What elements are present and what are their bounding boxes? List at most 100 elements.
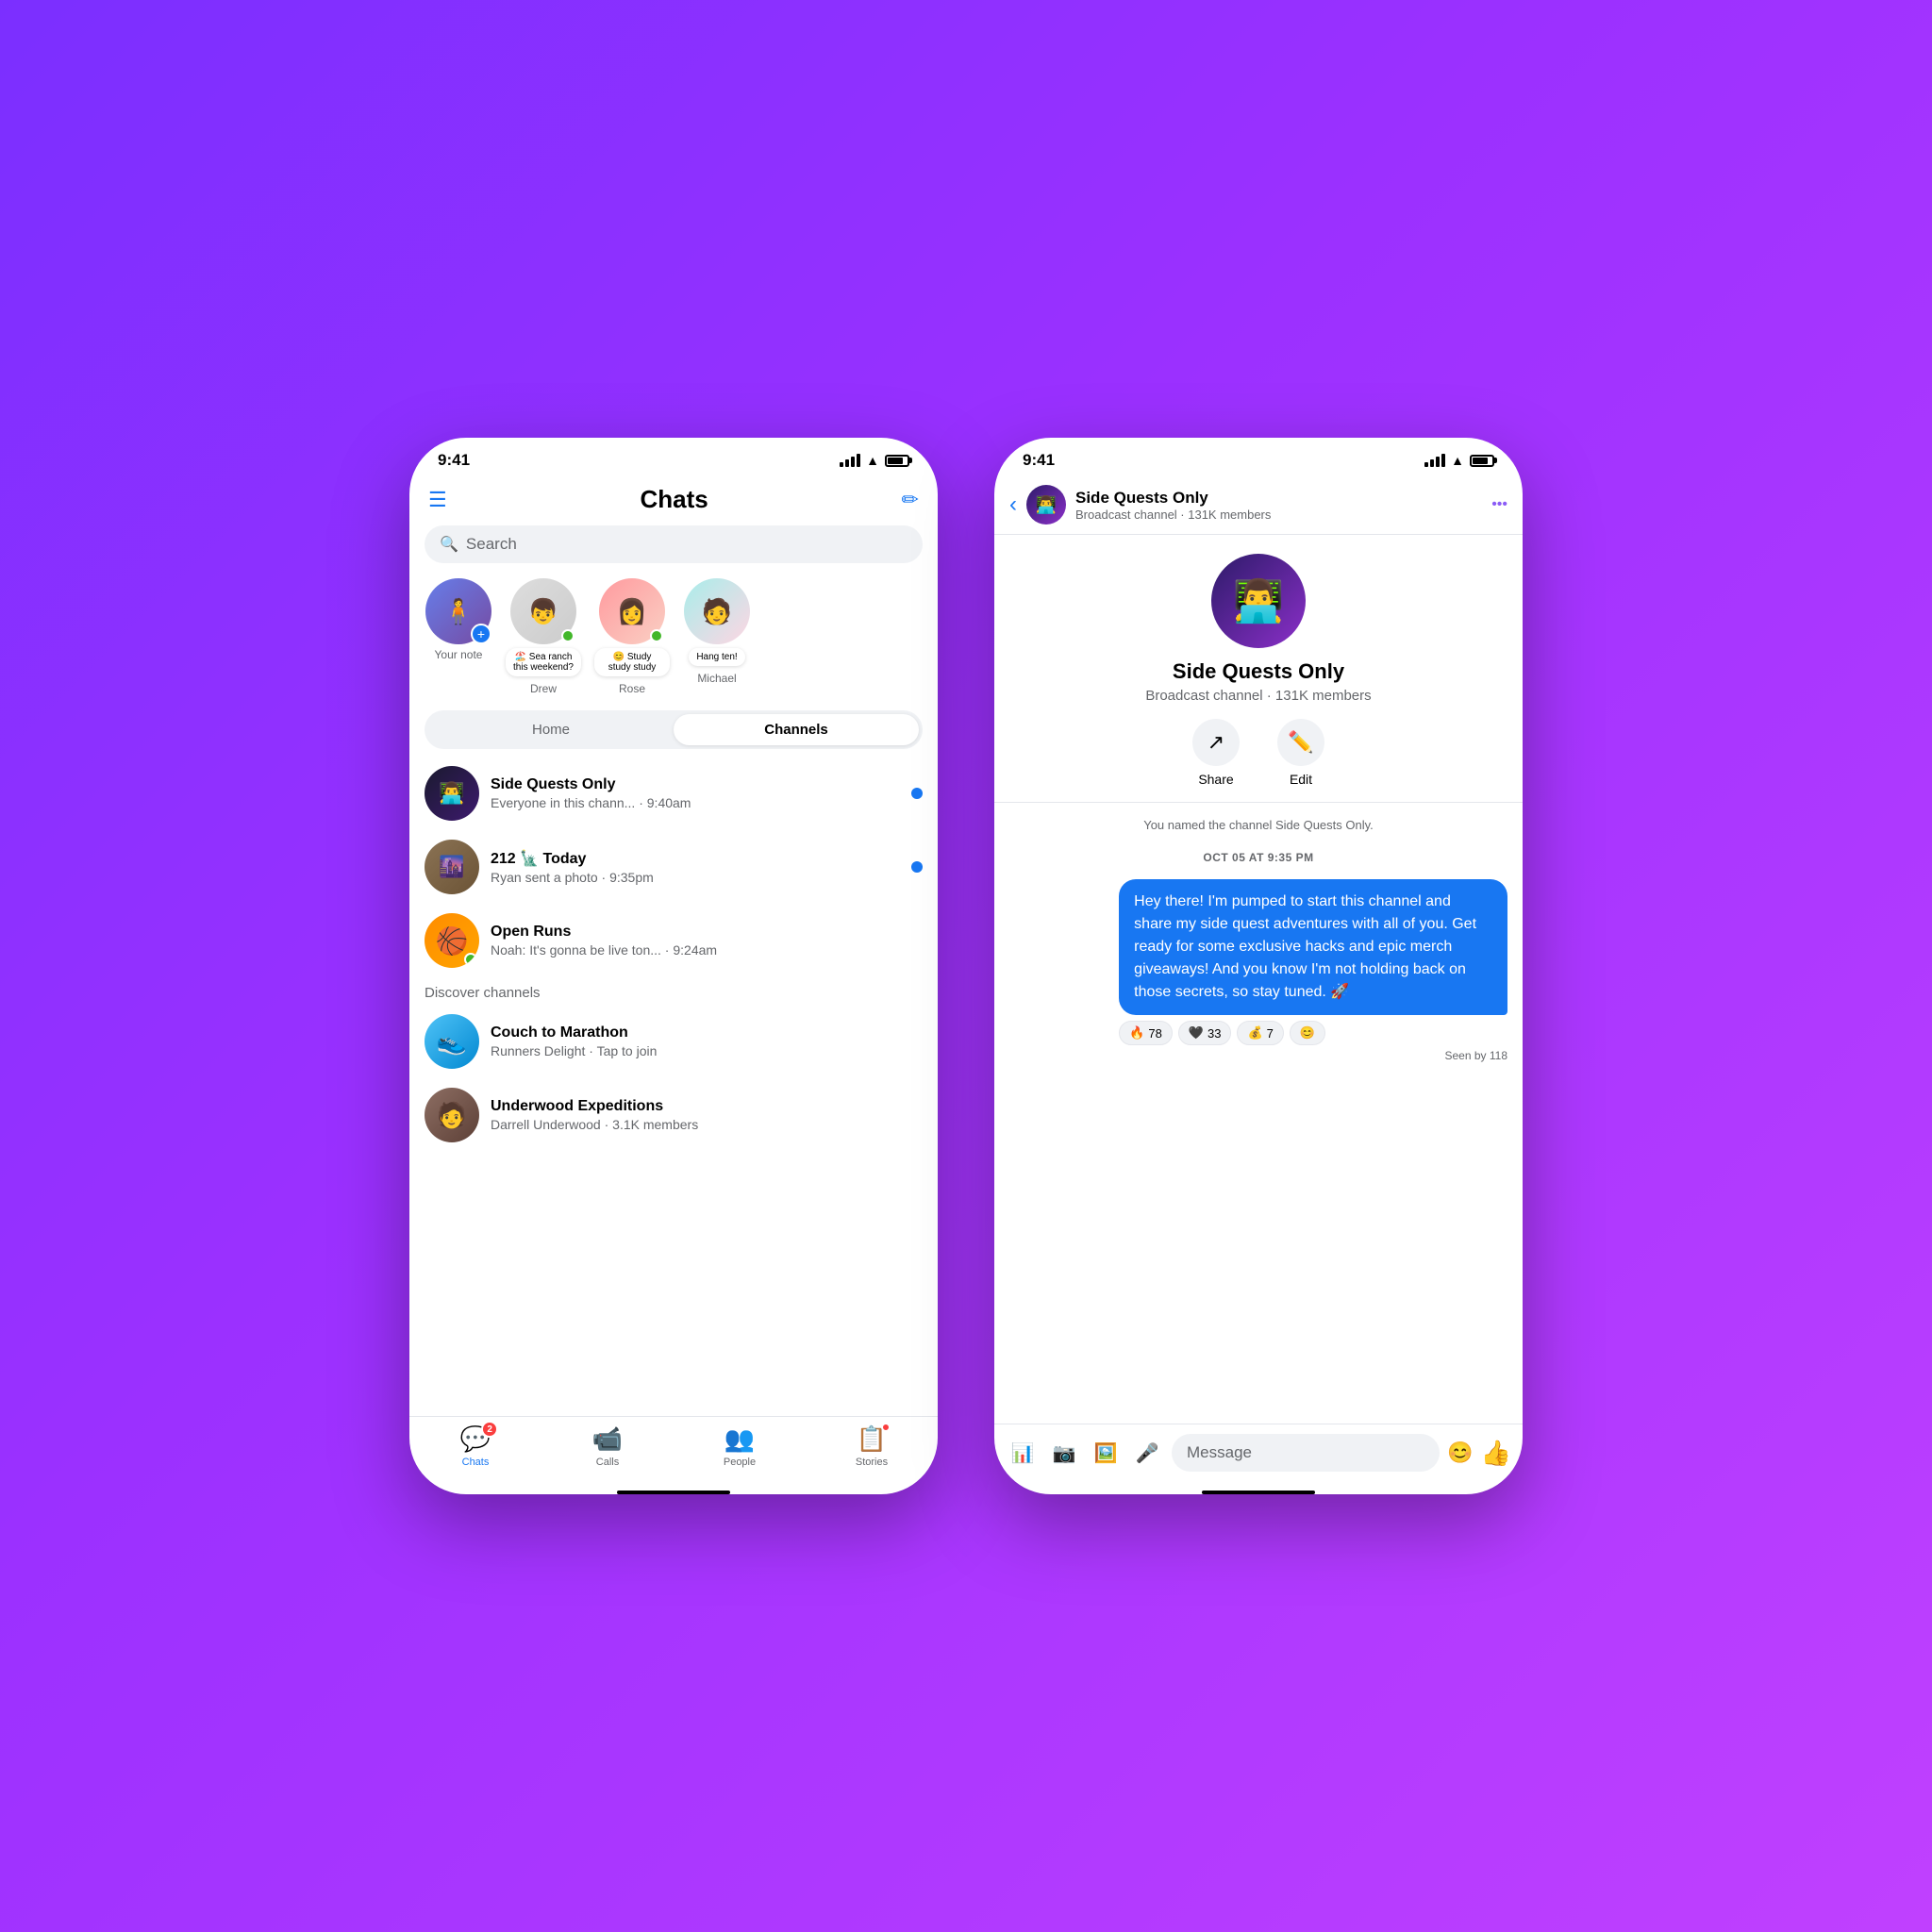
chat-preview-or: Noah: It's gonna be live ton... · 9:24am (491, 942, 755, 958)
message-placeholder: Message (1187, 1443, 1252, 1462)
camera-icon-btn[interactable]: 📷 (1047, 1436, 1081, 1470)
status-bar-2: 9:41 ▲ (994, 438, 1523, 477)
chats-title: Chats (641, 485, 708, 514)
stories-row: 🧍 + Your note 👦 🏖️ Sea ranch this weeken… (409, 575, 938, 707)
channel-info-section: 👨‍💻 Side Quests Only Broadcast channel ·… (994, 535, 1523, 803)
edit-action-btn[interactable]: ✏️ Edit (1277, 719, 1324, 787)
signal-bars-2 (1424, 454, 1445, 467)
chats-header: ☰ Chats ✏ (409, 477, 938, 525)
channel-big-emoji: 👨‍💻 (1233, 576, 1285, 625)
like-button[interactable]: 👍 (1481, 1439, 1511, 1468)
drew-bubble: 🏖️ Sea ranch this weekend? (506, 648, 581, 676)
reaction-money[interactable]: 💰 7 (1237, 1021, 1283, 1045)
stories-dot (881, 1423, 891, 1432)
edit-label: Edit (1290, 772, 1312, 787)
tab-channels[interactable]: Channels (674, 714, 919, 745)
nav-chats[interactable]: 💬 2 Chats (442, 1424, 508, 1468)
detail-channel-name: Side Quests Only (1075, 489, 1482, 508)
michael-avatar-img: 🧑 (684, 578, 750, 644)
chat-list: 👨‍💻 Side Quests Only Everyone in this ch… (409, 757, 938, 1416)
channel-avatar-ctm: 👟 (425, 1014, 479, 1069)
tab-home[interactable]: Home (428, 714, 674, 745)
hamburger-icon[interactable]: ☰ (428, 488, 447, 512)
channel-big-sub: Broadcast channel · 131K members (1145, 688, 1371, 704)
bottom-nav: 💬 2 Chats 📹 Calls 👥 People 📋 Stories (409, 1416, 938, 1487)
story-rose[interactable]: 👩 😊 Study study study Rose (594, 578, 670, 695)
message-input[interactable]: Message (1172, 1434, 1440, 1472)
mic-icon-btn[interactable]: 🎤 (1130, 1436, 1164, 1470)
status-icons-1: ▲ (840, 453, 909, 468)
your-note-avatar: 🧍 + (425, 578, 491, 644)
wifi-icon-2: ▲ (1451, 453, 1464, 468)
home-indicator-1 (617, 1491, 730, 1494)
nav-stories[interactable]: 📋 Stories (839, 1424, 905, 1468)
chat-info-212: 212 🗽 Today Ryan sent a photo · 9:35pm (491, 849, 900, 885)
chat-avatar-open-runs: 🏀 (425, 913, 479, 968)
channel-big-avatar: 👨‍💻 (1211, 554, 1306, 648)
detail-info: Side Quests Only Broadcast channel · 131… (1075, 489, 1482, 522)
chat-meta-sq (911, 788, 923, 799)
calls-nav-icon: 📹 (592, 1424, 623, 1454)
drew-online-dot (561, 629, 575, 642)
reaction-smile[interactable]: 😊 (1290, 1021, 1325, 1045)
battery-icon-2 (1470, 455, 1494, 467)
channel-item-ue[interactable]: 🧑 Underwood Expeditions Darrell Underwoo… (409, 1078, 938, 1152)
chat-avatar-212-img: 🌆 (425, 840, 479, 894)
drew-label: Drew (530, 682, 557, 695)
channel-name-ue: Underwood Expeditions (491, 1098, 698, 1115)
reactions-row: 🔥 78 🖤 33 💰 7 😊 (1119, 1021, 1507, 1045)
chat-meta-212 (911, 861, 923, 873)
detail-channel-avatar: 👨‍💻 (1026, 485, 1066, 525)
phone2-content: ‹ 👨‍💻 Side Quests Only Broadcast channel… (994, 477, 1523, 1494)
story-michael[interactable]: 🧑 Hang ten! Michael (683, 578, 751, 685)
people-nav-label: People (724, 1457, 756, 1468)
share-icon: ↗ (1192, 719, 1240, 766)
story-your-note[interactable]: 🧍 + Your note (425, 578, 492, 661)
share-label: Share (1198, 772, 1233, 787)
channel-sub-ctm: Runners Delight · Tap to join (491, 1043, 657, 1058)
more-options-icon[interactable]: ••• (1491, 496, 1507, 513)
channel-info-ue: Underwood Expeditions Darrell Underwood … (491, 1098, 698, 1132)
nav-people[interactable]: 👥 People (707, 1424, 773, 1468)
status-icons-2: ▲ (1424, 453, 1494, 468)
chat-item-212[interactable]: 🌆 212 🗽 Today Ryan sent a photo · 9:35pm (409, 830, 938, 904)
chat-item-open-runs[interactable]: 🏀 Open Runs Noah: It's gonna be live ton… (409, 904, 938, 977)
image-icon-btn[interactable]: 🖼️ (1089, 1436, 1123, 1470)
emoji-button[interactable]: 😊 (1447, 1441, 1473, 1465)
unread-dot-212 (911, 861, 923, 873)
back-button[interactable]: ‹ (1009, 491, 1017, 518)
unread-dot-sq (911, 788, 923, 799)
money-emoji: 💰 (1247, 1025, 1262, 1041)
chat-preview-212: Ryan sent a photo · 9:35pm (491, 870, 755, 885)
reaction-heart[interactable]: 🖤 33 (1178, 1021, 1232, 1045)
channel-info-ctm: Couch to Marathon Runners Delight · Tap … (491, 1024, 657, 1058)
signal-bars-1 (840, 454, 860, 467)
open-runs-dot (464, 953, 477, 966)
stats-icon-btn[interactable]: 📊 (1006, 1436, 1040, 1470)
message-bubble: Hey there! I'm pumped to start this chan… (1119, 879, 1507, 1062)
reaction-fire[interactable]: 🔥 78 (1119, 1021, 1173, 1045)
compose-icon[interactable]: ✏ (902, 488, 919, 512)
nav-calls[interactable]: 📹 Calls (575, 1424, 641, 1468)
story-drew[interactable]: 👦 🏖️ Sea ranch this weekend? Drew (506, 578, 581, 695)
channel-avatar-ctm-img: 👟 (425, 1014, 479, 1069)
chats-nav-label: Chats (462, 1457, 490, 1468)
add-story-icon: + (471, 624, 491, 644)
search-bar[interactable]: 🔍 Search (425, 525, 923, 563)
chat-item-side-quests[interactable]: 👨‍💻 Side Quests Only Everyone in this ch… (409, 757, 938, 830)
wifi-icon-1: ▲ (866, 453, 879, 468)
share-action-btn[interactable]: ↗ Share (1192, 719, 1240, 787)
rose-avatar: 👩 (599, 578, 665, 644)
chat-info-open-runs: Open Runs Noah: It's gonna be live ton..… (491, 924, 911, 958)
michael-label: Michael (697, 672, 736, 685)
michael-avatar: 🧑 (684, 578, 750, 644)
battery-icon-1 (885, 455, 909, 467)
search-placeholder: Search (466, 535, 517, 554)
rose-bubble: 😊 Study study study (594, 648, 670, 676)
chat-avatar-sq-img: 👨‍💻 (425, 766, 479, 821)
heart-emoji: 🖤 (1189, 1025, 1204, 1041)
channel-item-ctm[interactable]: 👟 Couch to Marathon Runners Delight · Ta… (409, 1005, 938, 1078)
channel-big-name: Side Quests Only (1173, 659, 1344, 684)
smile-emoji: 😊 (1300, 1025, 1315, 1041)
seen-by: Seen by 118 (1119, 1049, 1507, 1062)
